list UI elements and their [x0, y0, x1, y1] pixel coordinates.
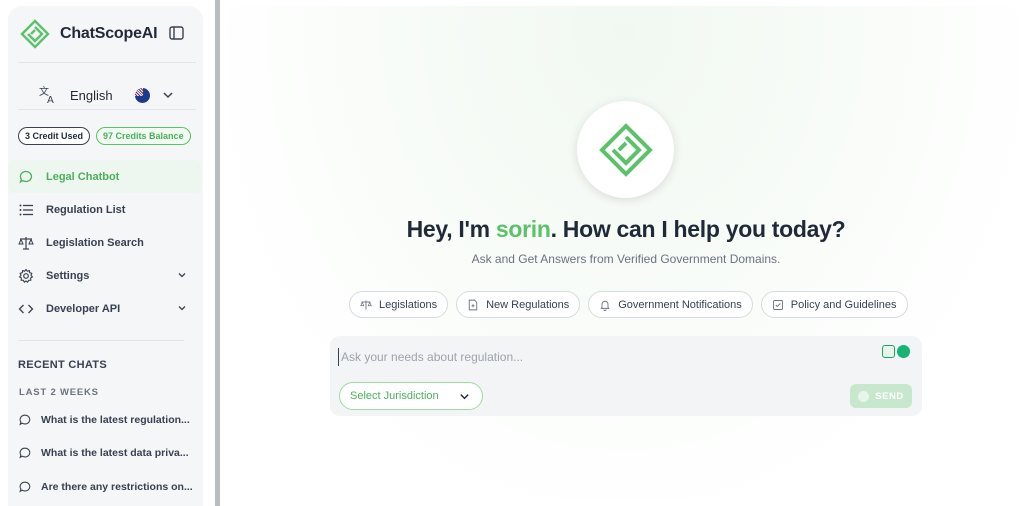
nav-label: Legislation Search [46, 236, 144, 249]
credits-balance-badge: 97 Credits Balance [96, 127, 191, 145]
recent-chat-title: What is the latest data priva... [41, 447, 189, 460]
user-name: sorin [495, 216, 551, 242]
nav-label: Settings [46, 269, 90, 282]
chevron-down-icon [163, 92, 173, 99]
chat-bubble-icon [19, 414, 31, 426]
svg-text:A: A [47, 95, 54, 105]
chip-new-regulations[interactable]: New Regulations [456, 291, 581, 318]
nav-label: Regulation List [46, 203, 126, 216]
recent-chat-item[interactable]: What is the latest data priva... [18, 437, 198, 471]
recent-chat-title: Are there any restrictions on... [41, 480, 193, 493]
recent-chat-list: What is the latest regulation... What is… [18, 403, 198, 504]
nav-item-settings[interactable]: Settings [8, 259, 201, 292]
translate-icon: 文 A [39, 85, 54, 105]
scale-icon [360, 300, 372, 309]
language-selector[interactable]: 文 A English [38, 84, 174, 106]
nav-item-regulation-list[interactable]: Regulation List [8, 193, 201, 226]
credits-row: 3 Credit Used 97 Credits Balance [18, 127, 191, 145]
scale-icon [18, 236, 34, 250]
chip-label: Legislations [379, 298, 438, 311]
nav-label: Legal Chatbot [46, 170, 120, 183]
extension-icons [882, 345, 910, 358]
language-label: English [70, 87, 113, 103]
divider [18, 340, 184, 341]
nav-item-legislation-search[interactable]: Legislation Search [8, 226, 201, 259]
greeting-headline: Hey, I'm sorin. How can I help you today… [226, 216, 1024, 243]
checkbox-doc-icon [772, 299, 783, 310]
document-icon [468, 299, 478, 310]
brand[interactable]: ChatScopeAI [20, 18, 158, 50]
chat-bubble-icon [19, 170, 33, 183]
divider [18, 109, 196, 110]
brand-name: ChatScopeAI [60, 25, 158, 42]
jurisdiction-label: Select Jurisdiction [350, 390, 439, 402]
recent-chat-item[interactable]: Are there any restrictions on... [18, 470, 198, 504]
chip-legislations[interactable]: Legislations [349, 291, 449, 318]
send-label: SEND [875, 390, 904, 402]
greeting-subtitle: Ask and Get Answers from Verified Govern… [471, 252, 781, 266]
nav-item-developer-api[interactable]: Developer API [8, 292, 201, 325]
list-icon [19, 204, 33, 215]
credits-used-badge: 3 Credit Used [18, 127, 91, 145]
chevron-down-icon [178, 273, 186, 278]
recent-chats-period: LAST 2 WEEKS [19, 387, 99, 398]
chip-label: Government Notifications [618, 298, 742, 311]
send-button[interactable]: SEND [850, 384, 912, 408]
sidebar-resize-handle[interactable] [215, 0, 220, 506]
chip-label: Policy and Guidelines [790, 298, 897, 311]
suggestion-chips: Legislations New Regulations Government … [349, 291, 908, 318]
chat-bubble-icon [19, 447, 31, 459]
chat-bubble-icon [19, 481, 31, 493]
sidebar-nav: Legal Chatbot Regulation List Legislatio… [8, 160, 201, 325]
chip-label: New Regulations [486, 298, 570, 311]
chip-government-notifications[interactable]: Government Notifications [588, 291, 753, 318]
recent-chat-title: What is the latest regulation... [41, 413, 190, 426]
sidebar-collapse-icon[interactable] [168, 25, 186, 41]
chevron-down-icon [460, 394, 469, 400]
nav-label: Developer API [46, 302, 121, 315]
divider [18, 62, 196, 63]
chatscope-logo-icon [598, 122, 653, 177]
grammarly-icon[interactable] [897, 345, 910, 358]
greeting-suffix: . How can I help you today? [550, 216, 846, 242]
hero-logo [577, 101, 674, 198]
flag-icon [134, 87, 150, 103]
gear-icon [18, 268, 34, 283]
recent-chat-item[interactable]: What is the latest regulation... [18, 403, 198, 437]
chip-policy-guidelines[interactable]: Policy and Guidelines [760, 291, 908, 318]
chevron-down-icon [178, 306, 186, 311]
send-icon [858, 390, 870, 402]
composer: Select Jurisdiction SEND [330, 336, 922, 416]
chatscope-logo-icon [20, 19, 50, 49]
location-pin-icon[interactable] [882, 345, 895, 358]
regulation-query-input[interactable] [338, 348, 838, 366]
jurisdiction-select[interactable]: Select Jurisdiction [339, 382, 483, 410]
bell-icon [600, 300, 610, 311]
recent-chats-heading: RECENT CHATS [18, 359, 107, 371]
nav-item-legal-chatbot[interactable]: Legal Chatbot [8, 160, 201, 193]
greeting-prefix: Hey, I'm [406, 216, 496, 242]
code-icon [18, 304, 34, 313]
